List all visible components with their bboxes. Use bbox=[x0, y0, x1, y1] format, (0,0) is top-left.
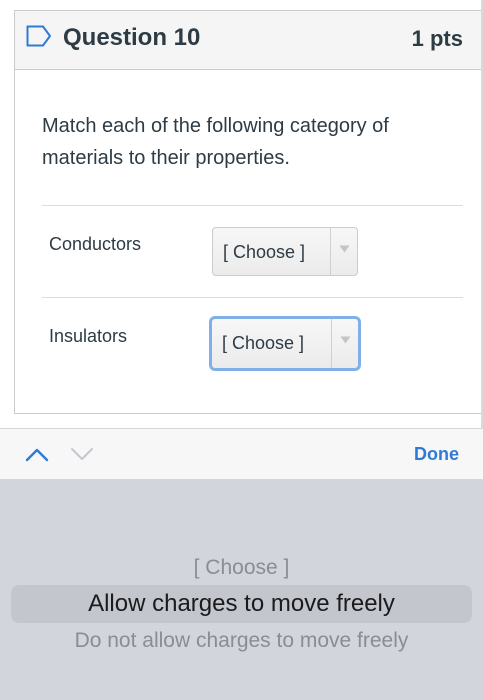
done-button[interactable]: Done bbox=[414, 443, 459, 465]
question-card: Question 10 1 pts Match each of the foll… bbox=[14, 10, 483, 414]
question-text: Match each of the following category of … bbox=[42, 115, 389, 169]
question-title: Question 10 bbox=[63, 24, 201, 51]
chevron-up-icon[interactable] bbox=[24, 443, 50, 465]
picker-option-selected[interactable]: Allow charges to move freely bbox=[0, 589, 483, 619]
quiz-page: Question 10 1 pts Match each of the foll… bbox=[0, 0, 483, 428]
question-header: Question 10 1 pts bbox=[15, 11, 483, 70]
divider bbox=[42, 205, 463, 206]
option-picker[interactable]: [ Choose ] Allow charges to move freely … bbox=[0, 479, 483, 700]
bookmark-icon[interactable] bbox=[26, 25, 52, 47]
chevron-down-icon[interactable] bbox=[69, 443, 95, 465]
caret-down-icon bbox=[339, 245, 350, 253]
insulators-select[interactable]: [ Choose ] bbox=[209, 316, 361, 371]
select-value: [ Choose ] bbox=[223, 242, 306, 262]
picker-option[interactable]: [ Choose ] bbox=[0, 555, 483, 581]
keyboard-accessory-bar: Done bbox=[0, 428, 483, 479]
dropdown-arrow bbox=[331, 319, 358, 368]
match-label-conductors: Conductors bbox=[49, 234, 142, 254]
divider bbox=[42, 297, 463, 298]
match-label-insulators: Insulators bbox=[49, 326, 128, 346]
caret-down-icon bbox=[340, 336, 351, 344]
conductors-select[interactable]: [ Choose ] bbox=[212, 227, 358, 276]
select-value: [ Choose ] bbox=[222, 333, 305, 353]
dropdown-arrow bbox=[330, 228, 357, 275]
picker-option[interactable]: Do not allow charges to move freely bbox=[0, 628, 483, 654]
question-points: 1 pts bbox=[411, 26, 463, 51]
